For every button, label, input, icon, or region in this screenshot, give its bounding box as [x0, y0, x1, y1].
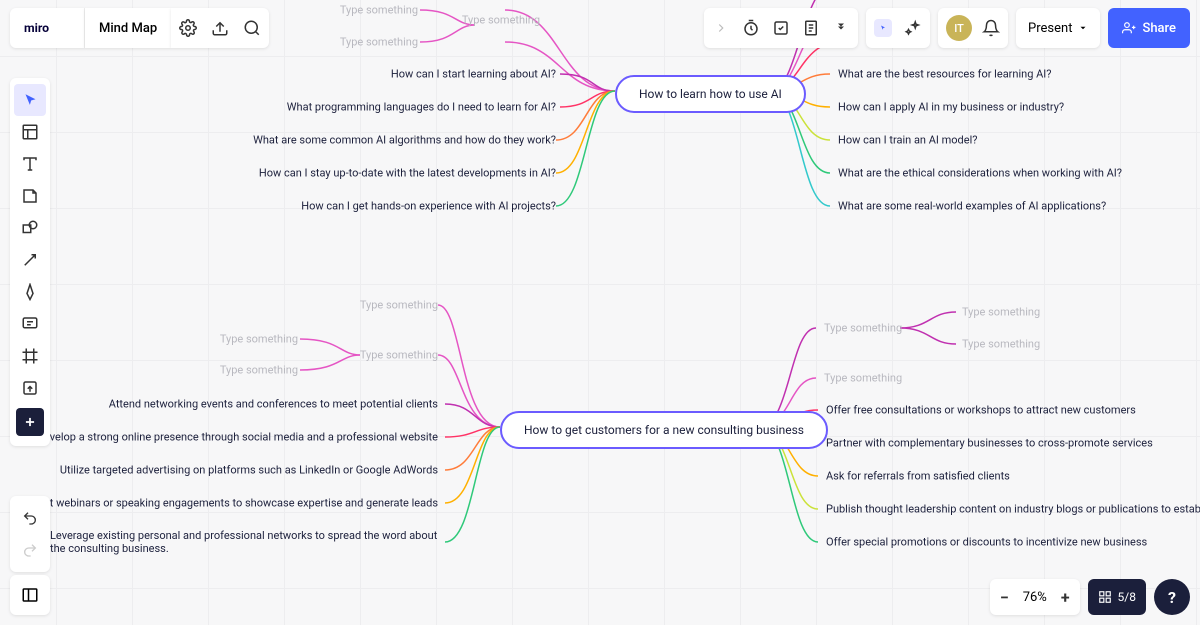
branch-node[interactable]: Ask for referrals from satisfied clients	[826, 470, 1010, 483]
branch-node[interactable]: Attend networking events and conferences…	[109, 398, 438, 411]
miro-logo[interactable]: miro	[10, 8, 85, 48]
branch-node[interactable]: Type something	[360, 349, 438, 362]
pen-tool[interactable]	[14, 276, 46, 308]
sticky-note-tool[interactable]	[14, 180, 46, 212]
branch-node[interactable]: How can I apply AI in my business or ind…	[838, 101, 1064, 114]
left-toolbar	[10, 78, 50, 446]
redo-button[interactable]	[14, 534, 46, 566]
select-tool[interactable]	[14, 84, 46, 116]
export-icon[interactable]	[211, 19, 229, 37]
shape-tool[interactable]	[14, 212, 46, 244]
zoom-controls: − 76% + 5/8 ?	[990, 579, 1190, 615]
branch-node[interactable]: Publish thought leadership content on in…	[826, 503, 1200, 516]
text-tool[interactable]	[14, 148, 46, 180]
zoom-in-button[interactable]: +	[1061, 588, 1070, 607]
chevron-right-icon[interactable]	[712, 19, 730, 37]
more-icon[interactable]	[832, 19, 850, 37]
cursor-tool-icon[interactable]	[874, 19, 892, 37]
upload-tool[interactable]	[14, 372, 46, 404]
branch-node[interactable]: Type something	[340, 4, 418, 17]
share-icon	[1122, 21, 1136, 35]
pages-count: 5/8	[1118, 590, 1136, 604]
voting-icon[interactable]	[772, 19, 790, 37]
branch-node[interactable]: What are the best resources for learning…	[838, 68, 1052, 81]
branch-node[interactable]: Offer special promotions or discounts to…	[826, 536, 1147, 549]
branch-node[interactable]: Type something	[220, 333, 298, 346]
branch-node[interactable]: What programming languages do I need to …	[287, 101, 556, 114]
add-tool[interactable]	[16, 408, 44, 436]
zoom-out-button[interactable]: −	[1000, 588, 1009, 607]
branch-node[interactable]: What are some real-world examples of AI …	[838, 200, 1106, 213]
branch-node[interactable]: Type something	[962, 306, 1040, 319]
branch-node[interactable]: Type something	[962, 338, 1040, 351]
branch-node[interactable]: Type something	[220, 364, 298, 377]
pages-indicator[interactable]: 5/8	[1088, 579, 1146, 615]
cursor-mode-box	[866, 8, 930, 48]
search-icon[interactable]	[243, 19, 261, 37]
branch-node[interactable]: What are some common AI algorithms and h…	[253, 134, 556, 147]
branch-node[interactable]: What are the ethical considerations when…	[838, 167, 1122, 180]
magic-icon[interactable]	[904, 19, 922, 37]
branch-node[interactable]: Type something	[824, 372, 902, 385]
notifications-icon[interactable]	[982, 19, 1000, 37]
timer-icon[interactable]	[742, 19, 760, 37]
chevron-down-icon	[1078, 23, 1088, 33]
branch-node[interactable]: Partner with complementary businesses to…	[826, 437, 1153, 450]
branch-node[interactable]: Type something	[340, 36, 418, 49]
branch-node[interactable]: Offer free consultations or workshops to…	[826, 404, 1136, 417]
svg-text:miro: miro	[24, 21, 49, 35]
share-button[interactable]: Share	[1108, 8, 1190, 48]
share-label: Share	[1142, 21, 1176, 36]
zoom-level: 76%	[1023, 590, 1047, 605]
central-node-ai[interactable]: How to learn how to use AI	[615, 75, 806, 113]
canvas[interactable]: How to learn how to use AI Type somethin…	[0, 0, 1200, 625]
branch-node[interactable]: How can I train an AI model?	[838, 134, 977, 147]
present-button[interactable]: Present	[1016, 8, 1100, 48]
top-right-toolbar: IT Present Share	[704, 8, 1190, 48]
comment-tool[interactable]	[14, 308, 46, 340]
present-label: Present	[1028, 21, 1072, 36]
panel-toggle-button[interactable]	[10, 575, 50, 615]
user-avatar[interactable]: IT	[946, 15, 972, 41]
settings-icon[interactable]	[179, 19, 197, 37]
branch-node[interactable]: Utilize targeted advertising on platform…	[60, 464, 438, 477]
branch-node[interactable]: How can I start learning about AI?	[391, 68, 556, 81]
undo-redo-box	[10, 496, 50, 572]
branch-node[interactable]: Leverage existing personal and professio…	[50, 529, 438, 555]
header-tools	[171, 8, 269, 48]
grid-icon	[1098, 590, 1112, 604]
frame-tool[interactable]	[14, 340, 46, 372]
users-box: IT	[938, 8, 1008, 48]
zoom-box: − 76% +	[990, 579, 1080, 615]
branch-node[interactable]: Type something	[824, 322, 902, 335]
view-options	[704, 8, 858, 48]
branch-node[interactable]: Type something	[462, 14, 540, 27]
branch-node[interactable]: How can I get hands-on experience with A…	[301, 200, 556, 213]
undo-button[interactable]	[14, 502, 46, 534]
board-title[interactable]: Mind Map	[85, 8, 171, 48]
template-tool[interactable]	[14, 116, 46, 148]
top-header: miro Mind Map	[10, 8, 269, 48]
help-button[interactable]: ?	[1154, 579, 1190, 615]
notes-icon[interactable]	[802, 19, 820, 37]
line-tool[interactable]	[14, 244, 46, 276]
branch-node[interactable]: Host webinars or speaking engagements to…	[30, 497, 438, 510]
branch-node[interactable]: How can I stay up-to-date with the lates…	[259, 167, 556, 180]
branch-node[interactable]: Develop a strong online presence through…	[37, 431, 438, 444]
central-node-consulting[interactable]: How to get customers for a new consultin…	[500, 411, 828, 449]
branch-node[interactable]: Type something	[360, 299, 438, 312]
